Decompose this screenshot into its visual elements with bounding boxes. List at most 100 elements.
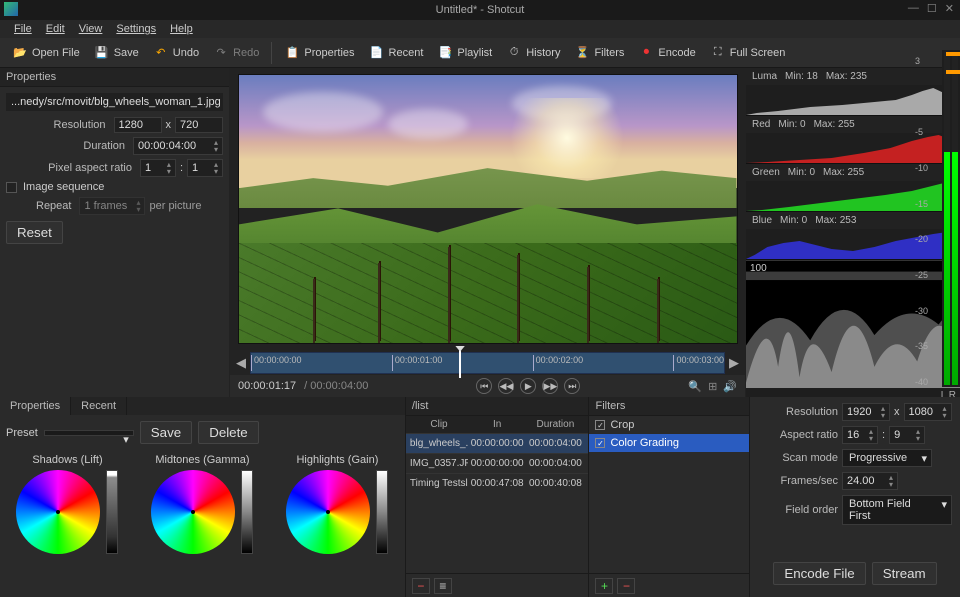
preview-area <box>230 68 745 350</box>
properties-title: Properties <box>0 68 229 87</box>
save-button[interactable]: 💾Save <box>88 42 145 64</box>
ex-res-w[interactable]: 1920▴▾ <box>842 403 890 421</box>
play-button[interactable]: ▶ <box>520 378 536 394</box>
recent-button[interactable]: 📄Recent <box>363 42 430 64</box>
menu-settings[interactable]: Settings <box>110 21 162 37</box>
remove-clip-button[interactable]: − <box>412 578 430 594</box>
preset-label: Preset <box>6 427 38 439</box>
shadows-wheel[interactable] <box>16 470 100 554</box>
save-preset-button[interactable]: Save <box>140 421 192 444</box>
ex-fps-input[interactable]: 24.00▴▾ <box>842 472 898 490</box>
export-panel: Resolution 1920▴▾ x 1080▴▾ Aspect ratio … <box>750 397 960 597</box>
midtones-wheel[interactable] <box>151 470 235 554</box>
ex-asp-b[interactable]: 9▴▾ <box>889 426 925 444</box>
ex-field-select[interactable]: Bottom Field First <box>842 495 952 525</box>
open-file-button[interactable]: 📂Open File <box>6 42 86 64</box>
playlist-row[interactable]: blg_wheels_...00:00:00:0000:00:04:00 <box>406 433 589 453</box>
menu-edit[interactable]: Edit <box>40 21 71 37</box>
minimize-icon[interactable]: — <box>908 2 919 15</box>
filter-item[interactable]: ✓Crop <box>589 416 749 434</box>
playlist-panel: /list ClipInDuration blg_wheels_...00:00… <box>406 397 590 597</box>
delete-preset-button[interactable]: Delete <box>198 421 259 444</box>
skip-start-button[interactable]: ⏮ <box>476 378 492 394</box>
viewer-panel: ◀ 00:00:00:00 00:00:01:00 00:00:02:00 00… <box>230 68 745 397</box>
menu-file[interactable]: File <box>8 21 38 37</box>
add-filter-button[interactable]: + <box>595 578 613 594</box>
color-grading-panel: Properties Recent Preset Save Delete Sha… <box>0 397 406 597</box>
seek-end-icon[interactable]: ▶ <box>729 355 739 371</box>
volume-icon[interactable]: 🔊 <box>723 380 737 393</box>
playlist-row[interactable]: Timing Testsl...00:00:47:0800:00:40:08 <box>406 473 589 493</box>
playlist-button[interactable]: 📑Playlist <box>431 42 498 64</box>
res-width-input[interactable]: 1280 <box>114 117 162 133</box>
ex-res-h[interactable]: 1080▴▾ <box>904 403 952 421</box>
ex-asp-a[interactable]: 16▴▾ <box>842 426 878 444</box>
undo-button[interactable]: ↶Undo <box>147 42 205 64</box>
preset-select[interactable] <box>44 430 134 436</box>
zoom-icon[interactable]: 🔍 <box>688 380 702 393</box>
menu-help[interactable]: Help <box>164 21 199 37</box>
menu-view[interactable]: View <box>73 21 109 37</box>
save-icon: 💾 <box>94 45 110 61</box>
image-sequence-checkbox[interactable] <box>6 182 17 193</box>
filter-item[interactable]: ✓Color Grading <box>589 434 749 452</box>
menubar: File Edit View Settings Help <box>0 20 960 38</box>
close-icon[interactable]: ✕ <box>945 2 954 15</box>
window-controls[interactable]: — ☐ ✕ <box>908 2 954 15</box>
recent-icon: 📄 <box>369 45 385 61</box>
app-icon <box>4 2 18 16</box>
par-b-input[interactable]: 1▴▾ <box>187 159 223 177</box>
playlist-title: /list <box>406 397 589 416</box>
filters-button[interactable]: ⏳Filters <box>568 42 630 64</box>
filter-checkbox[interactable]: ✓ <box>595 420 605 430</box>
playlist-row[interactable]: IMG_0357.JPG00:00:00:0000:00:04:00 <box>406 453 589 473</box>
playhead[interactable] <box>459 350 461 378</box>
stream-button[interactable]: Stream <box>872 562 937 585</box>
redo-button[interactable]: ↷Redo <box>207 42 265 64</box>
timeline-scrubber[interactable]: ◀ 00:00:00:00 00:00:01:00 00:00:02:00 00… <box>230 350 745 375</box>
properties-button[interactable]: 📋Properties <box>278 42 360 64</box>
filter-checkbox[interactable]: ✓ <box>595 438 605 448</box>
grid-icon[interactable]: ⊞ <box>708 380 717 393</box>
skip-end-button[interactable]: ⏭ <box>564 378 580 394</box>
redo-icon: ↷ <box>213 45 229 61</box>
file-path: ...nedy/src/movit/blg_wheels_woman_1.jpg <box>6 93 223 111</box>
tab-properties[interactable]: Properties <box>0 397 71 415</box>
fullscreen-button[interactable]: ⛶Full Screen <box>704 42 792 64</box>
midtones-slider[interactable] <box>241 470 253 554</box>
highlights-slider[interactable] <box>376 470 388 554</box>
reset-button[interactable]: Reset <box>6 221 63 244</box>
res-height-input[interactable]: 720 <box>175 117 223 133</box>
encode-icon: ⏺ <box>638 45 654 61</box>
history-button[interactable]: ⏱History <box>500 42 566 64</box>
repeat-input[interactable]: 1 frames▴▾ <box>79 197 145 215</box>
scrub-track[interactable]: 00:00:00:00 00:00:01:00 00:00:02:00 00:0… <box>250 352 725 374</box>
list-view-button[interactable]: ≡ <box>434 578 452 594</box>
toolbar: 📂Open File 💾Save ↶Undo ↷Redo 📋Properties… <box>0 38 960 68</box>
par-a-input[interactable]: 1▴▾ <box>140 159 176 177</box>
highlights-wheel[interactable] <box>286 470 370 554</box>
fullscreen-icon: ⛶ <box>710 45 726 61</box>
encode-file-button[interactable]: Encode File <box>773 562 865 585</box>
preview-image[interactable] <box>238 74 738 344</box>
remove-filter-button[interactable]: − <box>617 578 635 594</box>
encode-button[interactable]: ⏺Encode <box>632 42 701 64</box>
filters-title: Filters <box>589 397 749 416</box>
highlights-label: Highlights (Gain) <box>296 454 378 466</box>
next-frame-button[interactable]: ▶▶ <box>542 378 558 394</box>
filters-panel: Filters ✓Crop✓Color Grading + − <box>589 397 750 597</box>
transport-bar: 00:00:01:17 / 00:00:04:00 ⏮ ◀◀ ▶ ▶▶ ⏭ 🔍 … <box>230 375 745 397</box>
maximize-icon[interactable]: ☐ <box>927 2 937 15</box>
tab-recent[interactable]: Recent <box>71 397 127 415</box>
vu-left <box>944 52 950 385</box>
ex-field-label: Field order <box>758 504 838 516</box>
shadows-slider[interactable] <box>106 470 118 554</box>
prev-frame-button[interactable]: ◀◀ <box>498 378 514 394</box>
lower-area: Properties Recent Preset Save Delete Sha… <box>0 397 960 597</box>
playlist-icon: 📑 <box>437 45 453 61</box>
ex-scan-select[interactable]: Progressive <box>842 449 932 467</box>
seek-start-icon[interactable]: ◀ <box>236 355 246 371</box>
total-time: / 00:00:04:00 <box>304 380 368 392</box>
duration-input[interactable]: 00:00:04:00▴▾ <box>133 137 223 155</box>
vu-scale: 30-5-10-15-20-25-30-35-40 <box>915 56 928 387</box>
